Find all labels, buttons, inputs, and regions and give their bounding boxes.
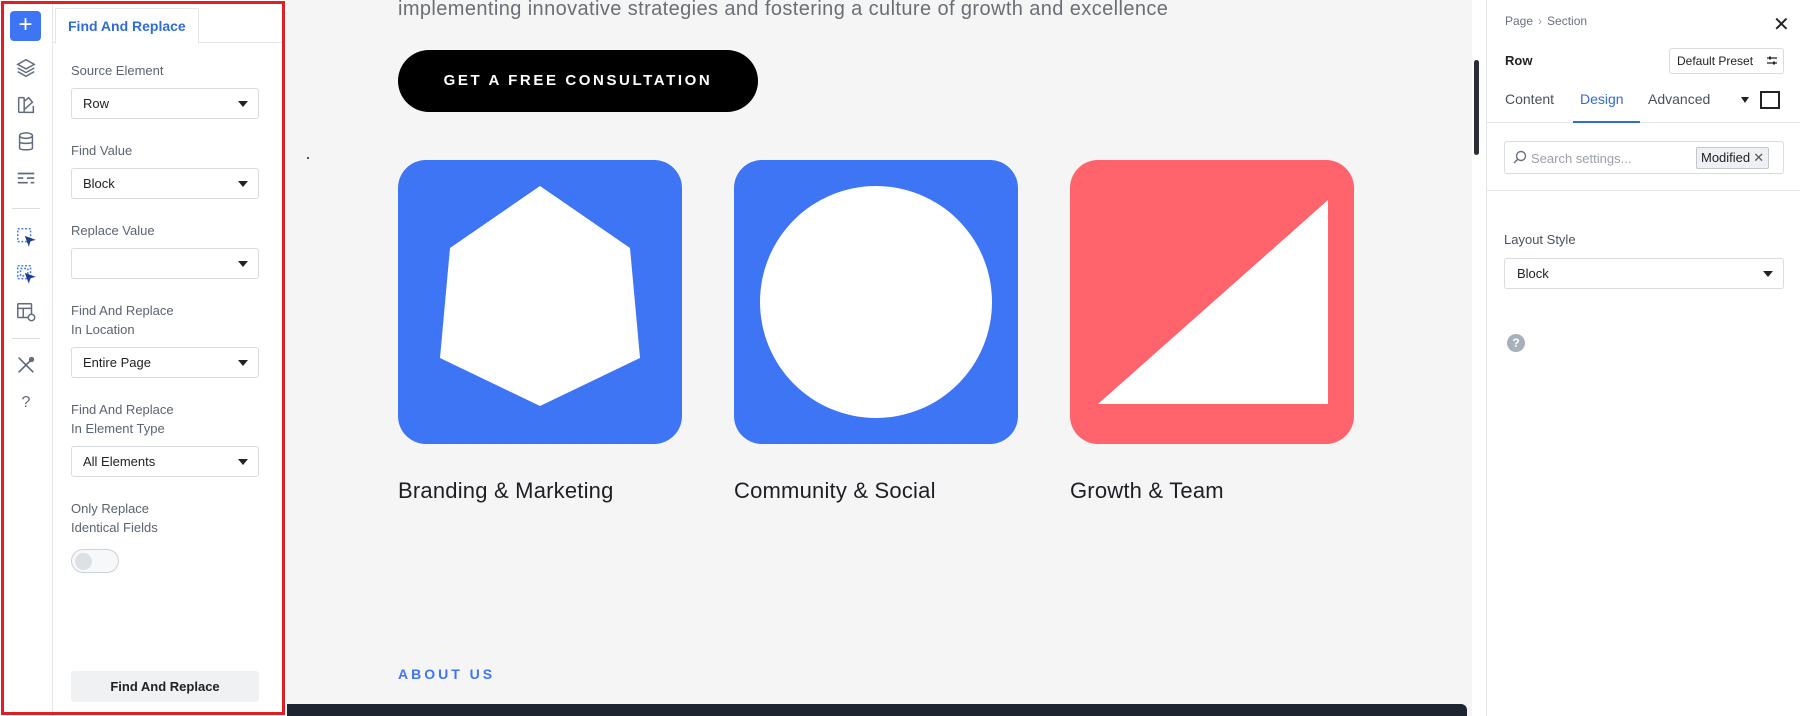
chevron-down-icon (238, 181, 248, 187)
rail-divider (12, 338, 40, 339)
panel-tab-bar: Find And Replace (53, 0, 283, 44)
source-element-label: Source Element (71, 63, 164, 78)
form-icon[interactable] (14, 167, 38, 191)
card-title-growth: Growth & Team (1070, 478, 1224, 503)
dark-section-edge (287, 704, 1467, 716)
location-label-line1: Find And Replace (71, 303, 174, 318)
select-multiple-icon[interactable] (14, 262, 38, 286)
chevron-down-icon (238, 101, 248, 107)
help-icon[interactable]: ? (14, 391, 38, 415)
add-element-button[interactable]: + (10, 11, 41, 41)
chevron-down-icon (238, 261, 248, 267)
layout-style-label: Layout Style (1504, 232, 1576, 247)
hexagon-icon (398, 160, 682, 444)
settings-search[interactable]: Modified ✕ (1504, 141, 1784, 174)
tools-icon[interactable] (14, 353, 38, 377)
square-icon[interactable] (1760, 91, 1780, 109)
active-tab-indicator (1573, 121, 1640, 123)
close-icon[interactable]: ✕ (1753, 148, 1764, 168)
card-branding[interactable] (398, 160, 682, 444)
replace-value-select[interactable] (71, 248, 259, 279)
panel-divider (1487, 190, 1800, 191)
element-type-label: Find And Replace In Element Type (71, 400, 265, 438)
triangle-icon (1070, 160, 1354, 444)
help-icon[interactable]: ? (1507, 334, 1525, 352)
breadcrumb-page[interactable]: Page (1505, 14, 1533, 28)
identical-fields-label-line1: Only Replace (71, 501, 150, 516)
rail-divider (12, 208, 40, 209)
chevron-down-icon (1763, 271, 1773, 277)
canvas-scrollbar[interactable] (1474, 60, 1479, 155)
modified-chip-label: Modified (1701, 150, 1751, 165)
circle-icon (734, 160, 1018, 444)
location-value: Entire Page (83, 355, 151, 370)
chevron-right-icon: › (1538, 14, 1543, 28)
source-element-select[interactable]: Row (71, 88, 259, 119)
modified-filter-chip[interactable]: Modified ✕ (1696, 147, 1770, 169)
source-element-value: Row (83, 96, 110, 111)
identical-fields-label: Only Replace Identical Fields (71, 499, 265, 537)
left-tool-rail: + ? (0, 0, 53, 716)
search-icon (1513, 150, 1527, 164)
location-label-line2: In Location (71, 322, 135, 337)
element-type-label-line1: Find And Replace (71, 402, 174, 417)
breadcrumb: Page › Section (1505, 14, 1587, 28)
card-growth[interactable] (1070, 160, 1354, 444)
select-cursor-icon[interactable] (14, 225, 38, 249)
settings-panel: Page › Section ✕ Row Default Preset Conten… (1486, 0, 1800, 716)
find-value-value: Block (83, 176, 115, 191)
close-icon[interactable]: ✕ (1773, 12, 1790, 37)
settings-tabs: Content Design Advanced (1487, 86, 1800, 123)
card-title-community: Community & Social (734, 478, 936, 503)
free-consultation-button[interactable]: GET A FREE CONSULTATION (398, 50, 758, 112)
tab-advanced[interactable]: Advanced (1648, 91, 1710, 107)
location-select[interactable]: Entire Page (71, 347, 259, 378)
tab-design[interactable]: Design (1580, 91, 1624, 107)
find-value-label: Find Value (71, 143, 133, 158)
element-type-value: All Elements (83, 454, 156, 469)
toggle-knob (75, 553, 92, 570)
find-and-replace-button[interactable]: Find And Replace (71, 671, 259, 702)
identical-fields-toggle[interactable] (71, 549, 119, 573)
chevron-down-icon (238, 360, 248, 366)
preset-select[interactable]: Default Preset (1669, 48, 1784, 74)
layout-style-select[interactable]: Block (1504, 258, 1784, 289)
database-icon[interactable] (14, 130, 38, 154)
tab-content[interactable]: Content (1505, 91, 1554, 107)
about-us-heading: ABOUT US (398, 666, 496, 682)
layers-icon[interactable] (14, 56, 38, 80)
template-settings-icon[interactable] (14, 300, 38, 324)
palette-icon[interactable] (14, 93, 38, 117)
replace-value-label: Replace Value (71, 223, 155, 238)
canvas-dot (307, 157, 309, 159)
breadcrumb-section[interactable]: Section (1547, 14, 1587, 28)
page-canvas: implementing innovative strategies and f… (287, 0, 1472, 716)
find-value-select[interactable]: Block (71, 168, 259, 199)
plus-icon: + (18, 11, 33, 38)
search-input[interactable] (1531, 148, 1671, 168)
card-community[interactable] (734, 160, 1018, 444)
caret-down-icon[interactable] (1741, 97, 1749, 103)
layout-style-value: Block (1517, 266, 1549, 281)
chevron-down-icon (238, 459, 248, 465)
location-label: Find And Replace In Location (71, 301, 265, 339)
card-title-branding: Branding & Marketing (398, 478, 614, 503)
element-type-select[interactable]: All Elements (71, 446, 259, 477)
hero-tagline: implementing innovative strategies and f… (398, 0, 1169, 20)
sliders-icon (1767, 56, 1777, 65)
tab-find-and-replace[interactable]: Find And Replace (55, 8, 199, 44)
element-type-label-line2: In Element Type (71, 421, 165, 436)
preset-label: Default Preset (1677, 54, 1754, 68)
identical-fields-label-line2: Identical Fields (71, 520, 158, 535)
element-title: Row (1505, 53, 1533, 68)
find-replace-panel: Find And Replace Source Element Row Find… (53, 0, 283, 716)
